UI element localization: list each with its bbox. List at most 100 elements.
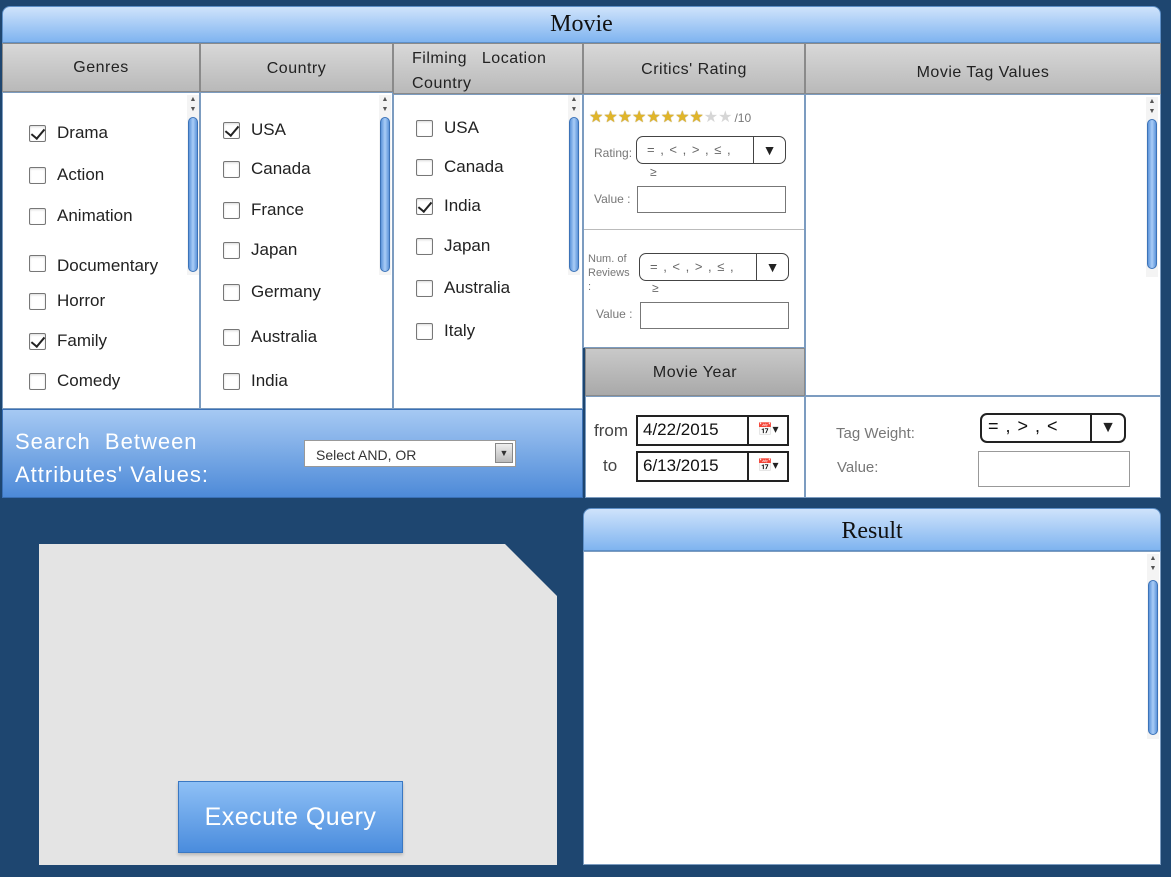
country-item-usa[interactable]: USA [223,120,286,140]
genre-item-action[interactable]: Action [29,165,104,185]
filming-label: Italy [444,321,476,340]
scroll-down-icon[interactable]: ▼ [1146,107,1158,117]
chevron-down-icon[interactable]: ▼ [495,443,513,463]
star-icon[interactable]: ★ [661,110,675,126]
genre-item-horror[interactable]: Horror [29,291,105,311]
star-icons[interactable]: ★ ★ ★ ★ ★ ★ ★ ★ ★ ★ [589,110,732,126]
country-item-australia[interactable]: Australia [223,327,317,347]
scroll-down-icon[interactable]: ▼ [379,105,391,115]
genre-checkbox-drama[interactable] [29,124,46,142]
tags-scrollbar[interactable]: ▲ ▼ [1146,97,1158,277]
star-icon[interactable]: ★ [603,110,617,126]
and-or-select[interactable]: Select AND, OR ▼ [304,440,516,467]
execute-query-button[interactable]: Execute Query [178,781,403,853]
filming-label: USA [444,118,479,137]
scroll-up-icon[interactable]: ▲ [187,95,199,105]
filming-item-australia[interactable]: Australia [416,278,510,298]
year-from-input[interactable]: 4/22/2015 [636,415,751,446]
calendar-icon[interactable]: 📅▾ [747,415,789,446]
tag-weight-dropdown[interactable]: = , > , < ▼ [980,413,1126,443]
scroll-thumb[interactable] [1147,119,1157,269]
filming-checkbox-italy[interactable] [416,322,433,340]
star-icon[interactable]: ★ [689,110,703,126]
filming-item-india[interactable]: India [416,196,481,216]
country-checkbox-india[interactable] [223,372,240,390]
star-icon[interactable]: ★ [618,110,632,126]
chevron-down-icon[interactable]: ▼ [756,254,788,280]
tag-value-input[interactable] [978,451,1130,487]
country-checkbox-japan[interactable] [223,241,240,259]
filming-scrollbar[interactable]: ▲ ▼ [568,95,580,275]
country-label: Canada [251,159,311,178]
star-icon[interactable]: ★ [675,110,689,126]
scroll-up-icon[interactable]: ▲ [568,95,580,105]
year-to-input[interactable]: 6/13/2015 [636,451,751,482]
filming-item-japan[interactable]: Japan [416,236,490,256]
scroll-down-icon[interactable]: ▼ [187,105,199,115]
star-icon[interactable]: ★ [718,110,732,126]
filming-checkbox-india[interactable] [416,197,433,215]
scroll-down-icon[interactable]: ▼ [568,105,580,115]
scroll-thumb[interactable] [380,117,390,272]
chevron-down-icon[interactable]: ▼ [753,137,785,163]
filming-checkbox-australia[interactable] [416,279,433,297]
filming-checkbox-japan[interactable] [416,237,433,255]
genres-scrollbar[interactable]: ▲ ▼ [187,95,199,275]
filming-item-usa[interactable]: USA [416,118,479,138]
genre-checkbox-horror[interactable] [29,292,46,310]
filming-checkbox-usa[interactable] [416,119,433,137]
filming-item-italy[interactable]: Italy [416,321,475,341]
and-or-select-value: Select AND, OR [316,447,417,463]
country-scrollbar[interactable]: ▲ ▼ [379,95,391,275]
tag-value-label: Value: [837,459,879,476]
star-icon[interactable]: ★ [704,110,718,126]
genre-checkbox-animation[interactable] [29,207,46,225]
scroll-thumb[interactable] [188,117,198,272]
scroll-up-icon[interactable]: ▲ [1146,97,1158,107]
scroll-thumb[interactable] [569,117,579,272]
result-panel[interactable]: ▲ ▼ [583,551,1161,865]
star-rating[interactable]: ★ ★ ★ ★ ★ ★ ★ ★ ★ ★ /10 [589,110,751,126]
genre-item-animation[interactable]: Animation [29,206,133,226]
country-item-india[interactable]: India [223,371,288,391]
genre-checkbox-action[interactable] [29,166,46,184]
filming-checkbox-canada[interactable] [416,158,433,176]
year-to-value: 6/13/2015 [643,456,719,475]
genre-checkbox-documentary[interactable] [29,254,46,272]
country-checkbox-usa[interactable] [223,121,240,139]
genre-checkbox-comedy[interactable] [29,372,46,390]
scroll-thumb[interactable] [1148,580,1158,735]
filming-label: Japan [444,236,491,255]
genres-header: Genres [2,43,200,92]
scroll-up-icon[interactable]: ▲ [1147,554,1159,564]
country-item-france[interactable]: France [223,200,304,220]
country-checkbox-france[interactable] [223,201,240,219]
calendar-icon[interactable]: 📅▾ [747,451,789,482]
country-list: USA Canada France Japan Germany Australi… [200,92,393,409]
genre-item-documentary[interactable]: Documentary [29,253,158,275]
country-checkbox-germany[interactable] [223,283,240,301]
scroll-up-icon[interactable]: ▲ [379,95,391,105]
reviews-value-input[interactable] [640,302,789,329]
country-item-canada[interactable]: Canada [223,159,311,179]
country-checkbox-canada[interactable] [223,160,240,178]
rating-operator-dropdown[interactable]: = , < , > , ≤ , ▼ [636,136,786,164]
genre-item-family[interactable]: Family [29,331,107,351]
star-icon[interactable]: ★ [646,110,660,126]
genre-item-comedy[interactable]: Comedy [29,371,120,391]
rating-value-input[interactable] [637,186,786,213]
star-icon[interactable]: ★ [589,110,603,126]
tags-list[interactable]: ▲ ▼ [805,94,1161,396]
result-scrollbar[interactable]: ▲ ▼ [1147,554,1159,739]
country-item-germany[interactable]: Germany [223,282,321,302]
genre-checkbox-family[interactable] [29,332,46,350]
filming-item-canada[interactable]: Canada [416,157,504,177]
chevron-down-icon[interactable]: ▼ [1090,415,1124,441]
genre-item-drama[interactable]: Drama [29,123,108,143]
star-icon[interactable]: ★ [632,110,646,126]
reviews-operator-dropdown[interactable]: = , < , > , ≤ , ▼ [639,253,789,281]
country-item-japan[interactable]: Japan [223,240,297,260]
country-label: France [251,200,304,219]
country-checkbox-australia[interactable] [223,328,240,346]
scroll-down-icon[interactable]: ▼ [1147,564,1159,574]
